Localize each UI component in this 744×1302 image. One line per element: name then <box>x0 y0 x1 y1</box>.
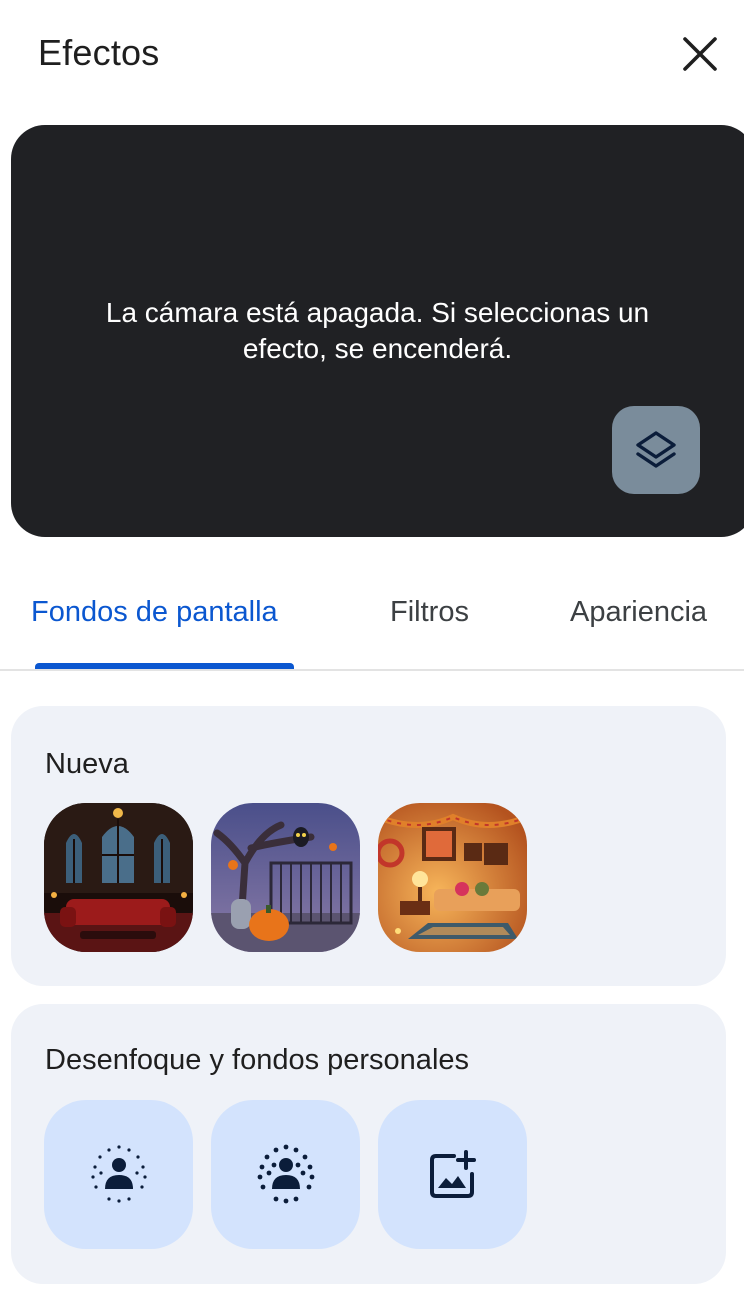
close-icon <box>683 37 717 71</box>
close-button[interactable] <box>676 30 724 78</box>
blur-button[interactable] <box>211 1100 360 1249</box>
header: Efectos <box>0 0 744 110</box>
festive-living-room-background[interactable] <box>378 803 527 952</box>
gothic-room-background[interactable] <box>44 803 193 952</box>
add-image-icon <box>429 1149 476 1198</box>
halloween-graveyard-background[interactable] <box>211 803 360 952</box>
tab-fondos-de-pantalla[interactable]: Fondos de pantalla <box>31 580 278 666</box>
new-backgrounds-card: Nueva <box>11 706 726 986</box>
tab-apariencia[interactable]: Apariencia <box>570 580 707 666</box>
effects-tabs: Fondos de pantalla Filtros Apariencia <box>0 580 744 670</box>
layers-button[interactable] <box>612 406 700 494</box>
section-title-blur: Desenfoque y fondos personales <box>45 1044 470 1076</box>
add-background-button[interactable] <box>378 1100 527 1249</box>
tab-filtros[interactable]: Filtros <box>390 580 469 666</box>
layers-icon <box>636 431 676 468</box>
slight-blur-icon <box>90 1144 147 1203</box>
slight-blur-button[interactable] <box>44 1100 193 1249</box>
tabs-divider <box>0 669 744 671</box>
camera-preview: La cámara está apagada. Si seleccionas u… <box>11 125 744 537</box>
camera-off-message: La cámara está apagada. Si seleccionas u… <box>105 297 650 364</box>
section-title-new: Nueva <box>45 748 129 780</box>
blur-icon <box>257 1144 314 1203</box>
page-title: Efectos <box>38 32 160 73</box>
blur-personal-backgrounds-card: Desenfoque y fondos personales <box>11 1004 726 1284</box>
